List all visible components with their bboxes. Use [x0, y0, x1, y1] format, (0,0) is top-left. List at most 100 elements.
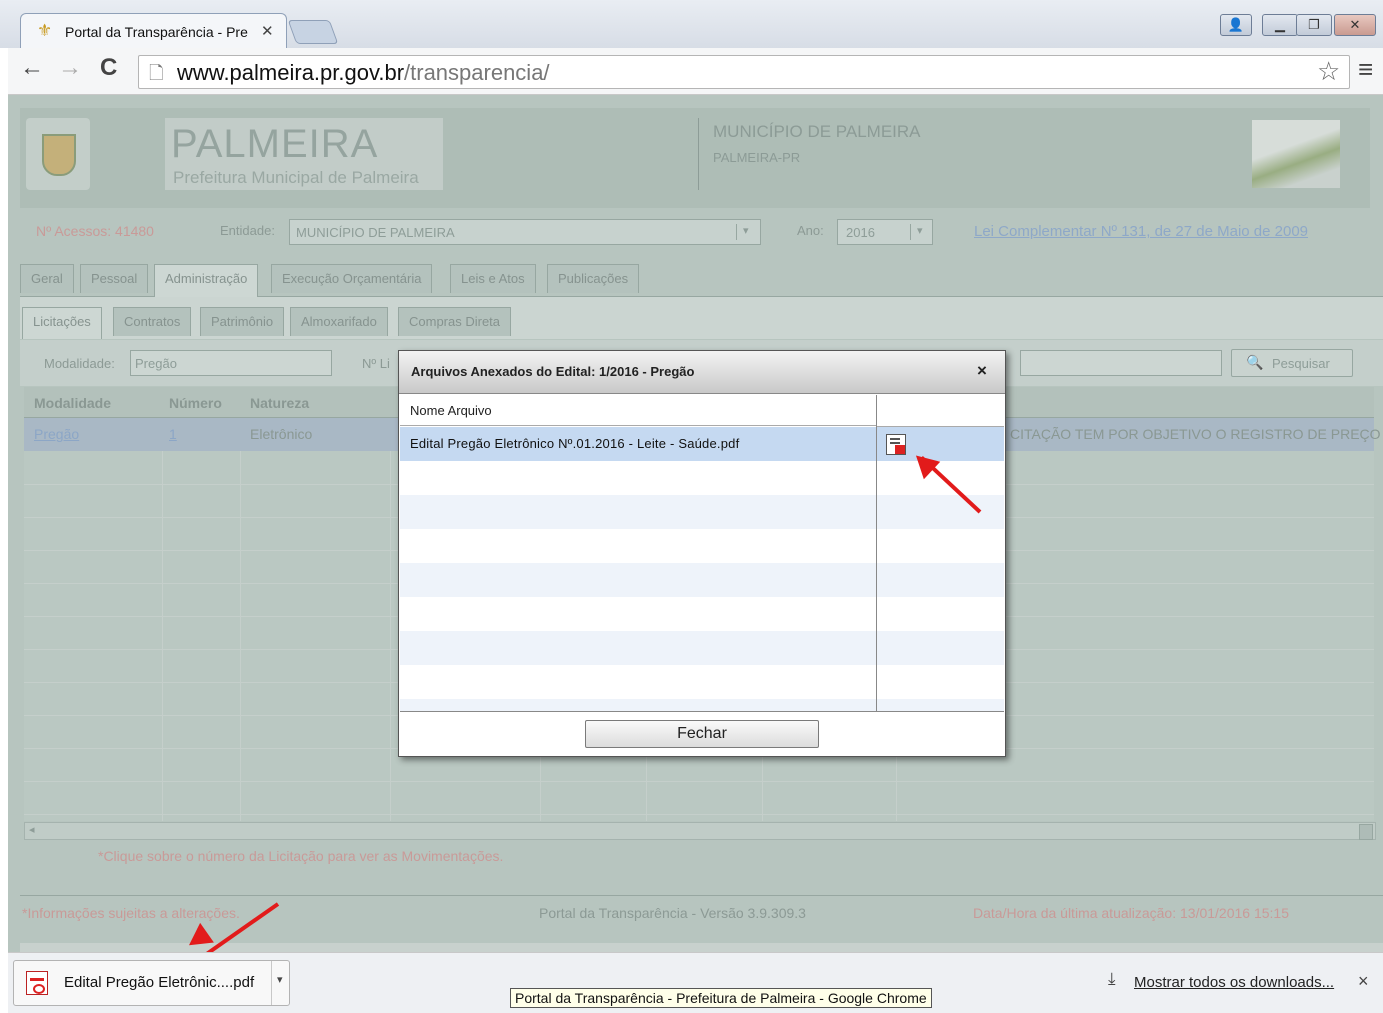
modalidade-input[interactable]: Pregão: [130, 350, 332, 376]
minimize-button[interactable]: ▁: [1262, 14, 1298, 36]
forward-icon[interactable]: →: [58, 54, 82, 82]
pesquisar-label: Pesquisar: [1272, 356, 1330, 371]
modalidade-label: Modalidade:: [44, 356, 115, 371]
list-item: [400, 563, 1004, 597]
row-numero-link[interactable]: 1: [169, 426, 177, 442]
footer-version: Portal da Transparência - Versão 3.9.309…: [539, 905, 806, 921]
tab-title: Portal da Transparência - Pre: [65, 24, 248, 40]
col-nome-arquivo: Nome Arquivo: [400, 395, 876, 426]
window-close-button[interactable]: ✕: [1334, 14, 1376, 36]
chevron-down-icon: ▾: [736, 224, 749, 240]
col-numero: Número: [169, 395, 222, 411]
browser-tab[interactable]: ⚜ Portal da Transparência - Pre ✕: [20, 13, 287, 50]
ano-value: 2016: [846, 225, 875, 240]
horizontal-scrollbar[interactable]: ◂: [24, 822, 1376, 840]
maximize-button[interactable]: ❐: [1296, 14, 1332, 36]
pdf-file-icon: [26, 971, 48, 995]
tab-close-icon[interactable]: ✕: [261, 22, 274, 40]
download-icon: ⤓: [1108, 969, 1116, 988]
municipio-title: MUNICÍPIO DE PALMEIRA: [713, 122, 921, 141]
tab-pessoal[interactable]: Pessoal: [80, 264, 149, 293]
scroll-left-icon[interactable]: ◂: [29, 823, 35, 836]
address-bar[interactable]: 🗋 www.palmeira.pr.gov.br/transparencia/ …: [138, 55, 1350, 89]
row-natureza: Eletrônico: [250, 426, 313, 442]
attachment-row[interactable]: Edital Pregão Eletrônico Nº.01.2016 - Le…: [400, 427, 1004, 461]
download-filename: Edital Pregão Eletrônic....pdf: [64, 974, 255, 991]
attachments-grid: Nome Arquivo Edital Pregão Eletrônico Nº…: [400, 395, 1004, 712]
numero-label: Nº Li: [362, 356, 390, 371]
tab-almoxarifado[interactable]: Almoxarifado: [290, 307, 388, 336]
tab-compras-direta[interactable]: Compras Direta: [398, 307, 512, 336]
page-scrollbar[interactable]: [20, 943, 1383, 952]
sub-tabs: Licitações Contratos Patrimônio Almoxari…: [20, 307, 1383, 339]
flag-icon: [1252, 120, 1340, 188]
row-modalidade-link[interactable]: Pregão: [34, 426, 79, 442]
entidade-value: MUNICÍPIO DE PALMEIRA: [296, 225, 455, 240]
search-icon: 🔍: [1246, 354, 1264, 370]
coat-of-arms-icon: [26, 118, 90, 190]
list-item: [400, 699, 1004, 711]
list-item: [400, 631, 1004, 665]
tooltip: Portal da Transparência - Prefeitura de …: [510, 988, 932, 1008]
reload-icon[interactable]: C: [100, 54, 117, 82]
pesquisar-button[interactable]: 🔍 Pesquisar: [1231, 349, 1353, 377]
url-text: www.palmeira.pr.gov.br/transparencia/: [177, 60, 550, 85]
new-tab-button[interactable]: [287, 20, 339, 44]
click-hint: *Clique sobre o número da Licitação para…: [98, 848, 504, 864]
dialog-titlebar[interactable]: Arquivos Anexados do Edital: 1/2016 - Pr…: [399, 351, 1005, 394]
entidade-select[interactable]: MUNICÍPIO DE PALMEIRA ▾: [289, 219, 761, 245]
tab-geral[interactable]: Geral: [20, 264, 74, 293]
favicon-icon: ⚜: [37, 21, 53, 40]
footer-divider: [20, 895, 1383, 896]
fechar-button[interactable]: Fechar: [585, 720, 819, 748]
download-menu-icon[interactable]: ▾: [277, 973, 283, 986]
attachment-filename: Edital Pregão Eletrônico Nº.01.2016 - Le…: [410, 436, 740, 451]
header-divider: [698, 118, 699, 190]
tab-execucao-orcamentaria[interactable]: Execução Orçamentária: [271, 264, 433, 293]
site-logo: PALMEIRA Prefeitura Municipal de Palmeir…: [165, 118, 443, 190]
back-icon[interactable]: ←: [20, 54, 44, 82]
col-download: [877, 395, 1004, 427]
footer-updated: Data/Hora da última atualização: 13/01/2…: [973, 905, 1289, 921]
municipio-uf: PALMEIRA-PR: [713, 150, 801, 165]
scroll-thumb[interactable]: [1359, 824, 1373, 840]
download-file-icon[interactable]: [886, 434, 906, 455]
tab-licitacoes[interactable]: Licitações: [22, 307, 102, 339]
list-item: [400, 529, 1004, 563]
column-divider: [876, 395, 877, 711]
profile-icon[interactable]: 👤: [1220, 14, 1252, 36]
bookmark-star-icon[interactable]: ☆: [1317, 56, 1340, 87]
dialog-title: Arquivos Anexados do Edital: 1/2016 - Pr…: [411, 364, 695, 379]
chevron-down-icon: ▾: [910, 224, 923, 240]
list-item: [400, 495, 1004, 529]
tab-administracao[interactable]: Administração: [154, 264, 259, 298]
lei-complementar-link[interactable]: Lei Complementar Nº 131, de 27 de Maio d…: [974, 223, 1308, 240]
logo-title: PALMEIRA: [171, 122, 379, 166]
page-icon: 🗋: [149, 63, 164, 83]
shelf-close-icon[interactable]: ×: [1358, 971, 1369, 992]
browser-toolbar: ← → C 🗋 www.palmeira.pr.gov.br/transpare…: [8, 48, 1383, 95]
row-objeto: CITAÇÃO TEM POR OBJETIVO O REGISTRO DE P…: [1010, 426, 1383, 442]
tab-publicacoes[interactable]: Publicações: [547, 264, 640, 293]
list-item: [400, 597, 1004, 631]
footer-note: *Informações sujeitas a alterações.: [22, 905, 240, 921]
dialog-close-icon[interactable]: ×: [977, 361, 987, 381]
ano-label: Ano:: [797, 223, 824, 238]
attachments-dialog: Arquivos Anexados do Edital: 1/2016 - Pr…: [398, 350, 1006, 757]
site-header: PALMEIRA Prefeitura Municipal de Palmeir…: [20, 108, 1370, 208]
tab-leis-e-atos[interactable]: Leis e Atos: [450, 264, 536, 293]
search-input[interactable]: [1020, 350, 1222, 376]
show-all-downloads-link[interactable]: Mostrar todos os downloads...: [1134, 974, 1334, 991]
tab-contratos[interactable]: Contratos: [113, 307, 192, 336]
col-natureza: Natureza: [250, 395, 310, 411]
tab-patrimonio[interactable]: Patrimônio: [200, 307, 285, 336]
download-item[interactable]: Edital Pregão Eletrônic....pdf ▾: [13, 960, 290, 1006]
access-counter: Nº Acessos: 41480: [36, 223, 154, 239]
col-modalidade: Modalidade: [34, 395, 112, 411]
chrome-menu-icon[interactable]: ≡: [1358, 54, 1373, 85]
modalidade-value: Pregão: [135, 356, 177, 371]
ano-select[interactable]: 2016 ▾: [837, 219, 933, 245]
main-tabs: Geral Pessoal Administração Execução Orç…: [20, 264, 1383, 298]
list-item: [400, 665, 1004, 699]
logo-subtitle: Prefeitura Municipal de Palmeira: [173, 168, 419, 187]
